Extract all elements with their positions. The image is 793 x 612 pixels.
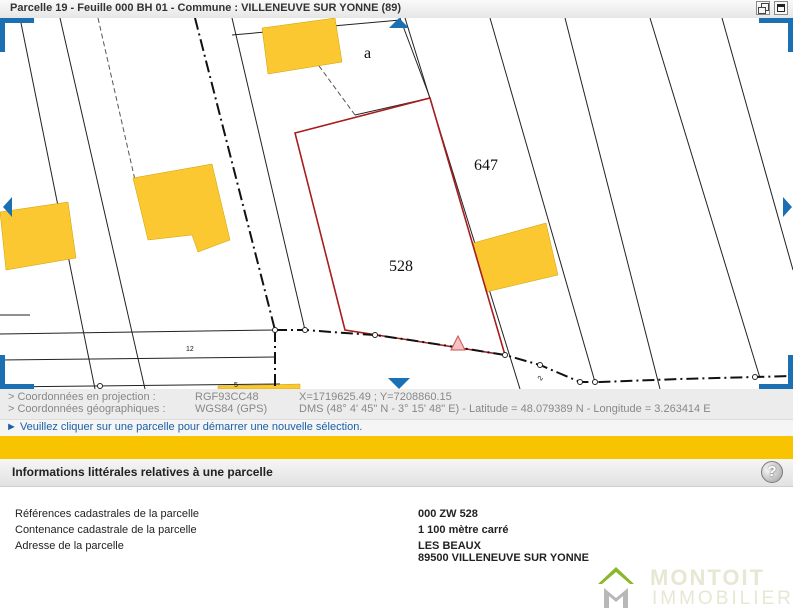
ref-label: Références cadastrales de la parcelle [15,508,200,520]
geo-value: DMS (48° 4' 45" N - 3° 15' 48" E) - Lati… [299,403,711,415]
maximize-icon[interactable] [774,1,788,15]
cadastral-map[interactable]: a 647 528 12 5 2 [0,18,793,389]
map-label-528: 528 [389,258,413,275]
arrow-right-icon[interactable] [783,197,792,217]
map-corner-brackets [0,18,793,389]
ref-value: 000 ZW 528 [418,508,478,520]
window-title: Parcelle 19 - Feuille 000 BH 01 - Commun… [10,2,402,14]
map-label-2: 2 [537,375,545,382]
restore-icon[interactable] [756,1,770,15]
map-label-12: 12 [186,346,194,353]
logo-word-2: IMMOBILIER [652,588,793,609]
address-line1: LES BEAUX [418,540,481,552]
area-label: Contenance cadastrale de la parcelle [15,524,197,536]
help-icon[interactable]: ? [761,461,783,483]
parcel-lines [0,18,793,389]
map-label-a: a [364,45,371,62]
geo-label: > Coordonnées géographiques : [8,403,166,415]
montoit-logo: MONTOIT IMMOBILIER [596,564,793,609]
arrow-up-icon[interactable] [389,18,409,28]
yellow-separator [0,436,793,459]
new-selection-link[interactable]: ► Veuillez cliquer sur une parcelle pour… [6,421,362,433]
commune-boundary [194,18,793,389]
selected-parcel-528[interactable] [294,97,507,356]
survey-marker-icon [450,334,466,351]
address-label: Adresse de la parcelle [15,540,124,552]
house-logo-icon [598,567,634,608]
panel-header: Informations littérales relatives à une … [0,459,793,487]
window-titlebar: Parcelle 19 - Feuille 000 BH 01 - Commun… [0,0,793,19]
coordinates-panel: > Coordonnées en projection : RGF93CC48 … [0,389,793,421]
panel-title: Informations littérales relatives à une … [12,465,273,479]
address-line2: 89500 VILLENEUVE SUR YONNE [418,552,589,564]
map-label-647: 647 [474,157,498,174]
geo-system: WGS84 (GPS) [195,403,268,415]
map-label-5: 5 [234,382,238,389]
projection-system: RGF93CC48 [195,391,259,403]
projection-value: X=1719625.49 ; Y=7208860.15 [299,391,452,403]
projection-label: > Coordonnées en projection : [8,391,156,403]
hint-bar: ► Veuillez cliquer sur une parcelle pour… [0,419,793,436]
area-value: 1 100 mètre carré [418,524,509,536]
arrow-down-icon[interactable] [388,378,410,389]
